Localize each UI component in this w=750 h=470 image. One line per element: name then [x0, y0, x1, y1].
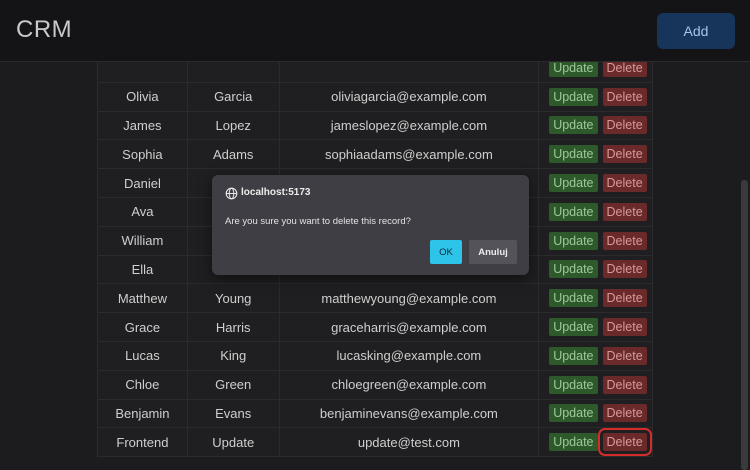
update-button[interactable]: Update	[549, 62, 598, 77]
table-row: Sophia Adams sophiaadams@example.com Update…	[97, 139, 653, 170]
last-name-cell: Green	[186, 369, 280, 400]
last-name-cell: Young	[186, 283, 280, 314]
actions-cell: Update Delete	[538, 168, 653, 198]
email-cell: benjaminevans@example.com	[278, 398, 540, 429]
first-name-cell: Chloe	[97, 369, 188, 400]
dialog-message: Are you sure you want to delete this rec…	[225, 216, 411, 227]
delete-button[interactable]: Delete	[602, 375, 647, 394]
first-name-cell: Matthew	[97, 283, 188, 314]
actions-cell: Update Delete	[538, 225, 653, 256]
update-button[interactable]: Update	[549, 289, 598, 308]
actions-cell: Update Delete	[538, 283, 653, 314]
first-name-cell: Lucas	[97, 340, 188, 371]
first-name-cell	[97, 62, 188, 83]
table-row: Olivia Garcia oliviagarcia@example.com Upda…	[97, 81, 653, 112]
delete-button[interactable]: Delete	[597, 428, 652, 457]
last-name-cell	[186, 62, 280, 83]
update-button[interactable]: Update	[549, 260, 598, 279]
last-name-cell: Lopez	[186, 110, 280, 141]
update-button[interactable]: Update	[549, 231, 598, 250]
first-name-cell: William	[97, 225, 188, 256]
table-row: Update Delete	[97, 62, 653, 83]
update-button[interactable]: Update	[549, 202, 598, 221]
actions-cell: Update Delete	[538, 81, 653, 112]
page-scrollbar[interactable]	[741, 180, 748, 470]
app-header: CRM Add	[0, 0, 750, 62]
first-name-cell: Ava	[97, 196, 188, 227]
first-name-cell: James	[97, 110, 188, 141]
add-button[interactable]: Add	[657, 13, 735, 49]
first-name-cell: Frontend	[97, 427, 188, 458]
update-button[interactable]: Update	[549, 346, 598, 365]
first-name-cell: Grace	[97, 312, 188, 342]
first-name-cell: Benjamin	[97, 398, 188, 429]
brand-title: CRM	[16, 16, 73, 43]
delete-button[interactable]: Delete	[602, 87, 647, 106]
dialog-origin: localhost:5173	[241, 187, 311, 198]
confirm-dialog: localhost:5173 Are you sure you want to …	[212, 175, 529, 275]
update-button[interactable]: Update	[549, 318, 598, 337]
globe-icon	[225, 187, 238, 200]
update-button[interactable]: Update	[549, 116, 598, 135]
delete-button[interactable]: Delete	[602, 404, 647, 423]
table-row: Frontend Update update@test.com Update Delet…	[97, 427, 653, 458]
ok-button[interactable]: OK	[430, 240, 462, 264]
table-row: James Lopez jameslopez@example.com Update De…	[97, 110, 653, 141]
actions-cell: Update Delete	[538, 110, 653, 141]
table-row: Lucas King lucasking@example.com Update Dele…	[97, 340, 653, 371]
update-button[interactable]: Update	[549, 404, 598, 423]
table-row: Chloe Green chloegreen@example.com Update De…	[97, 369, 653, 400]
actions-cell: Update Delete	[538, 340, 653, 371]
email-cell	[278, 62, 540, 83]
email-cell: lucasking@example.com	[278, 340, 540, 371]
email-cell: jameslopez@example.com	[278, 110, 540, 141]
email-cell: update@test.com	[278, 427, 540, 458]
cancel-button[interactable]: Anuluj	[469, 240, 517, 264]
first-name-cell: Olivia	[97, 81, 188, 112]
delete-button[interactable]: Delete	[602, 174, 647, 193]
update-button[interactable]: Update	[549, 145, 598, 164]
first-name-cell: Daniel	[97, 168, 188, 198]
delete-button[interactable]: Delete	[602, 116, 647, 135]
delete-button[interactable]: Delete	[602, 231, 647, 250]
actions-cell: Update Delete	[538, 196, 653, 227]
table-row: Benjamin Evans benjaminevans@example.com Up…	[97, 398, 653, 429]
table-row: Matthew Young matthewyoung@example.com Upda…	[97, 283, 653, 314]
email-cell: sophiaadams@example.com	[278, 139, 540, 170]
actions-cell: Update Delete	[538, 139, 653, 170]
actions-cell: Update Delete	[538, 398, 653, 429]
email-cell: chloegreen@example.com	[278, 369, 540, 400]
actions-cell: Update Delete	[538, 254, 653, 285]
actions-cell: Update Delete	[538, 427, 653, 458]
actions-cell: Update Delete	[538, 62, 653, 83]
delete-button[interactable]: Delete	[602, 318, 647, 337]
email-cell: matthewyoung@example.com	[278, 283, 540, 314]
first-name-cell: Ella	[97, 254, 188, 285]
last-name-cell: Garcia	[186, 81, 280, 112]
delete-button[interactable]: Delete	[602, 145, 647, 164]
delete-button[interactable]: Delete	[602, 202, 647, 221]
table-row: Grace Harris graceharris@example.com Update…	[97, 312, 653, 342]
update-button[interactable]: Update	[549, 375, 598, 394]
actions-cell: Update Delete	[538, 312, 653, 342]
update-button[interactable]: Update	[549, 433, 598, 452]
last-name-cell: Harris	[186, 312, 280, 342]
update-button[interactable]: Update	[549, 174, 598, 193]
delete-button[interactable]: Delete	[602, 62, 647, 77]
first-name-cell: Sophia	[97, 139, 188, 170]
email-cell: oliviagarcia@example.com	[278, 81, 540, 112]
last-name-cell: King	[186, 340, 280, 371]
last-name-cell: Update	[186, 427, 280, 458]
delete-button[interactable]: Delete	[602, 289, 647, 308]
delete-button[interactable]: Delete	[602, 346, 647, 365]
last-name-cell: Evans	[186, 398, 280, 429]
email-cell: graceharris@example.com	[278, 312, 540, 342]
actions-cell: Update Delete	[538, 369, 653, 400]
update-button[interactable]: Update	[549, 87, 598, 106]
delete-button[interactable]: Delete	[602, 260, 647, 279]
last-name-cell: Adams	[186, 139, 280, 170]
